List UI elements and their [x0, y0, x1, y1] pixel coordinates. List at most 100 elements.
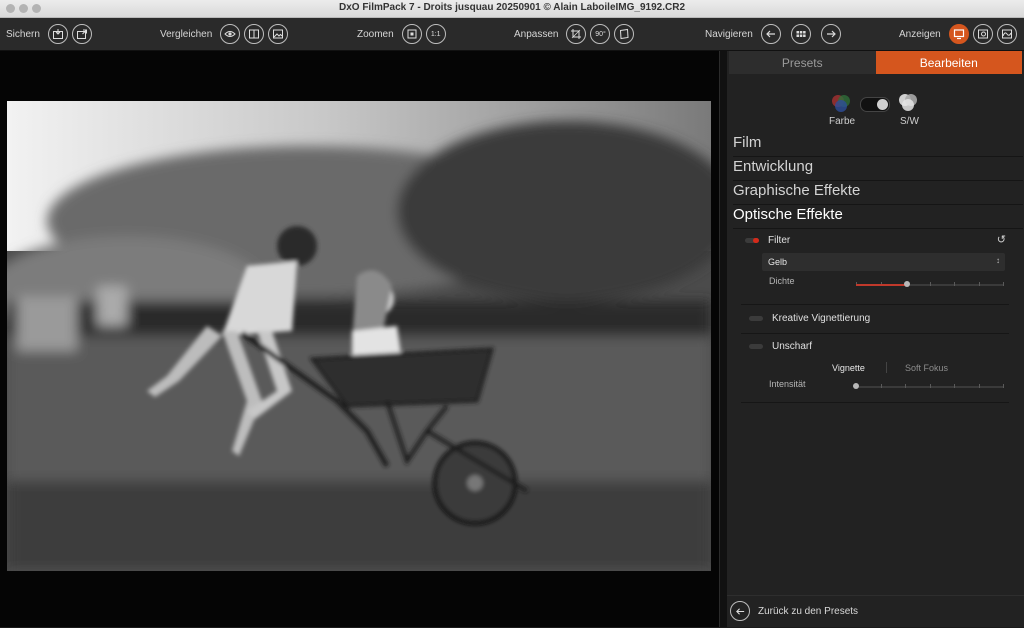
slider-tick — [1003, 282, 1004, 286]
rotate-90-label: 90° — [595, 30, 606, 38]
slider-tick — [929, 384, 931, 388]
back-to-presets-button[interactable] — [730, 601, 750, 621]
slider-tick — [1003, 384, 1004, 388]
straighten-button[interactable] — [614, 24, 635, 44]
next-image-button[interactable] — [820, 24, 841, 44]
navigate-label: Navigieren — [705, 28, 753, 40]
window-titlebar: DxO FilmPack 7 - Droits jusquau 20250901… — [0, 0, 1024, 18]
image-viewer[interactable] — [0, 51, 719, 627]
back-to-presets-label[interactable]: Zurück zu den Presets — [758, 606, 858, 617]
slider-tick — [929, 282, 931, 286]
divider — [741, 304, 1009, 305]
export-image-icon — [52, 29, 63, 39]
tab-presets[interactable]: Presets — [729, 51, 876, 74]
arrow-left-icon — [765, 30, 775, 38]
zoom-fit-button[interactable] — [401, 24, 422, 44]
eye-icon — [224, 31, 236, 37]
color-mode-switch: Farbe S/W — [727, 92, 1024, 129]
main-toolbar: Sichern Vergleichen Zoomen 1:1 Anpassen — [0, 18, 1024, 51]
reset-icon[interactable]: ↺ — [997, 233, 1006, 246]
tab-edit[interactable]: Bearbeiten — [875, 51, 1022, 74]
filter-power-toggle[interactable] — [745, 237, 759, 243]
crop-button[interactable] — [566, 24, 587, 44]
share-image-icon — [76, 29, 87, 39]
blur-power-toggle[interactable] — [749, 343, 763, 349]
density-slider-fill — [856, 284, 908, 286]
adjust-group: Anpassen 90° — [514, 22, 635, 46]
navigate-group: Navigieren — [705, 22, 841, 46]
slider-tick — [954, 384, 955, 388]
grid-icon — [796, 31, 806, 37]
seg-vignette[interactable]: Vignette — [832, 363, 865, 373]
creative-vignetting-title: Kreative Vignettierung — [772, 312, 871, 324]
slider-tick — [880, 384, 882, 388]
color-mode-label: Farbe — [829, 116, 856, 127]
seg-soft-focus[interactable]: Soft Fokus — [905, 363, 948, 373]
compare-split-button[interactable] — [244, 24, 265, 44]
blur-header: Unscharf — [749, 339, 1009, 353]
bw-mode-label: S/W — [900, 116, 919, 127]
arrow-left-icon — [735, 607, 744, 615]
previous-image-button[interactable] — [760, 24, 781, 44]
rotate-90-button[interactable]: 90° — [590, 24, 611, 44]
chevron-updown-icon: ↕ — [996, 256, 1000, 265]
compare-group: Vergleichen — [160, 22, 289, 46]
segment-divider — [886, 362, 887, 373]
bw-toggle[interactable] — [860, 97, 890, 112]
zoom-100-label: 1:1 — [430, 30, 441, 38]
save-group: Sichern — [6, 22, 92, 46]
adjust-label: Anpassen — [514, 28, 559, 40]
slider-tick — [978, 384, 980, 388]
section-development[interactable]: Entwicklung — [733, 158, 1023, 181]
histogram-icon — [1001, 29, 1012, 39]
crop-icon — [571, 29, 582, 39]
panel-tabs: Presets Bearbeiten — [729, 51, 1022, 74]
display-label: Anzeigen — [899, 28, 941, 40]
filter-color-value: Gelb — [768, 257, 788, 267]
compare-label: Vergleichen — [160, 28, 213, 40]
section-film[interactable]: Film — [733, 134, 1023, 157]
split-compare-icon — [249, 29, 260, 39]
intensity-slider[interactable] — [853, 383, 1004, 389]
browser-grid-button[interactable] — [790, 24, 811, 44]
slider-tick — [978, 282, 980, 286]
intensity-label: Intensität — [769, 379, 806, 389]
monitor-icon — [953, 29, 964, 40]
creative-vignetting-power-toggle[interactable] — [749, 315, 763, 321]
compare-button[interactable] — [220, 24, 241, 44]
photo-content — [7, 101, 711, 571]
display-panel-button[interactable] — [948, 24, 969, 44]
compare-side-button[interactable] — [268, 24, 289, 44]
zoom-label: Zoomen — [357, 28, 394, 40]
color-mode-icon[interactable] — [830, 92, 852, 114]
filter-header: Filter ↺ — [745, 233, 1006, 247]
bw-mode-icon[interactable] — [897, 91, 919, 113]
display-group: Anzeigen — [899, 22, 1017, 46]
filter-title: Filter — [768, 234, 791, 246]
density-slider[interactable] — [856, 281, 1004, 287]
loupe-icon — [977, 29, 988, 39]
section-optical-effects[interactable]: Optische Effekte — [733, 206, 1023, 229]
export-settings-button[interactable] — [71, 24, 92, 44]
arrow-right-icon — [826, 30, 836, 38]
density-label: Dichte — [769, 276, 795, 286]
filter-color-select[interactable]: Gelb ↕ — [762, 253, 1005, 271]
creative-vignetting-header: Kreative Vignettierung — [749, 311, 1009, 325]
save-label: Sichern — [6, 28, 40, 40]
export-image-button[interactable] — [47, 24, 68, 44]
intensity-slider-knob[interactable] — [853, 383, 859, 389]
panel-footer: Zurück zu den Presets — [727, 595, 1024, 628]
slider-tick — [905, 384, 906, 388]
histogram-button[interactable] — [996, 24, 1017, 44]
divider — [741, 333, 1009, 334]
straighten-icon — [620, 28, 630, 40]
slider-tick — [954, 282, 955, 286]
divider — [741, 402, 1009, 403]
zoom-100-button[interactable]: 1:1 — [425, 24, 446, 44]
loupe-button[interactable] — [972, 24, 993, 44]
fit-icon — [407, 29, 417, 39]
section-graphic-effects[interactable]: Graphische Effekte — [733, 182, 1023, 205]
toggle-knob — [877, 99, 888, 110]
image-icon — [273, 29, 284, 39]
blur-title: Unscharf — [772, 340, 813, 352]
